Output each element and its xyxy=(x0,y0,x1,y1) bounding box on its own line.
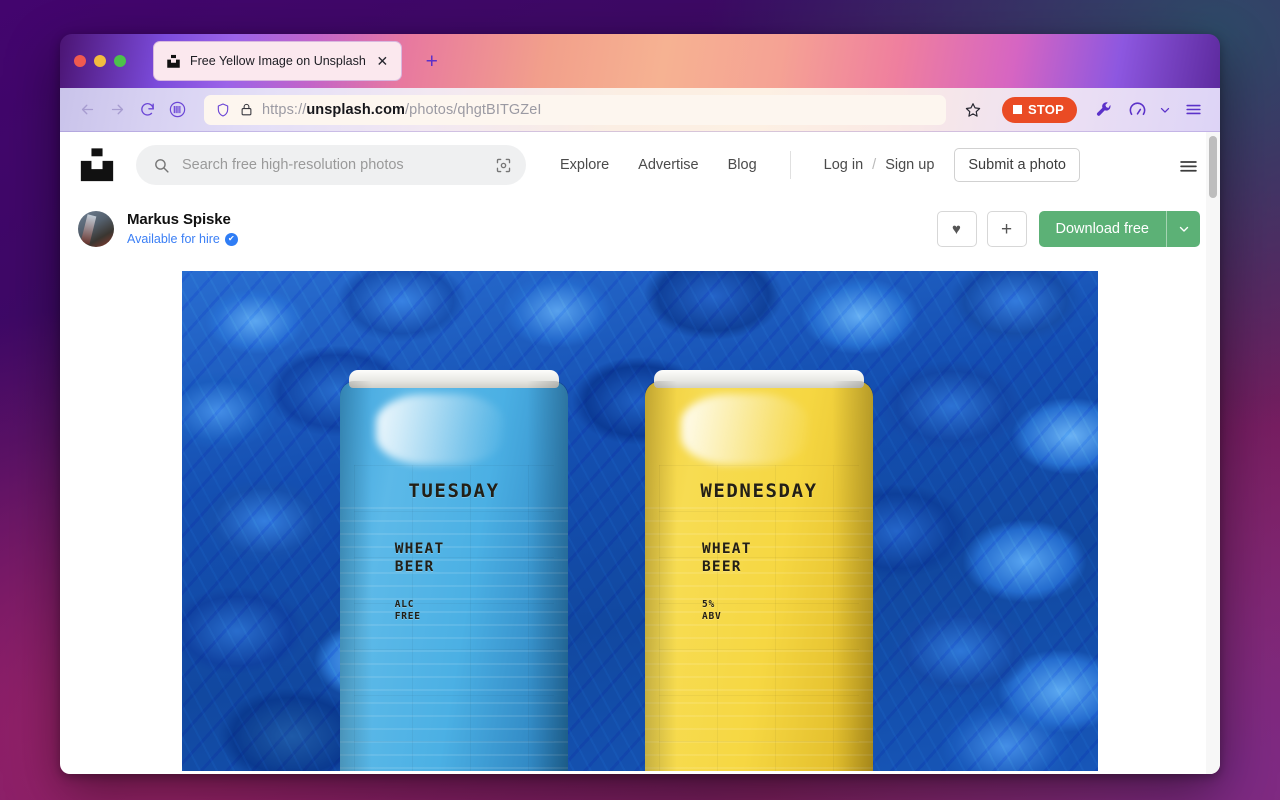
new-tab-button[interactable]: + xyxy=(419,48,445,74)
photo-author-bar: Markus Spiske Available for hire ✔ ♥ + D… xyxy=(60,198,1220,260)
submit-photo-button[interactable]: Submit a photo xyxy=(954,148,1080,182)
heart-icon: ♥ xyxy=(952,220,961,238)
url-bar[interactable]: https://unsplash.com/photos/qhgtBITGZeI xyxy=(204,94,947,125)
wrench-icon[interactable] xyxy=(1089,95,1119,125)
blue-can-type-label: WHEAT BEER xyxy=(340,540,568,577)
window-controls xyxy=(60,55,126,67)
padlock-icon[interactable] xyxy=(239,102,254,117)
chevron-down-icon[interactable] xyxy=(1155,95,1175,125)
library-icon[interactable] xyxy=(162,95,192,125)
browser-tab[interactable]: Free Yellow Image on Unsplash ✕ xyxy=(153,41,402,81)
page-viewport: Search free high-resolution photos Explo… xyxy=(60,132,1220,774)
close-window-button[interactable] xyxy=(74,55,86,67)
nav-divider xyxy=(789,151,791,179)
photo-actions: ♥ + Download free xyxy=(936,211,1200,247)
back-arrow-icon[interactable] xyxy=(72,95,102,125)
avatar[interactable] xyxy=(78,211,114,247)
download-free-button[interactable]: Download free xyxy=(1038,211,1166,247)
search-input[interactable]: Search free high-resolution photos xyxy=(182,157,483,173)
author-hire-row: Available for hire ✔ xyxy=(127,232,238,248)
blue-can-type-line1: WHEAT xyxy=(394,540,445,557)
plus-icon: + xyxy=(1000,218,1013,240)
stop-label: STOP xyxy=(1028,102,1064,117)
stop-square-icon xyxy=(1013,105,1023,114)
yellow-can-abv-line1: 5% xyxy=(702,599,716,611)
download-group: Download free xyxy=(1038,211,1200,247)
nav-link-explore[interactable]: Explore xyxy=(560,157,609,173)
browser-toolbar: https://unsplash.com/photos/qhgtBITGZeI … xyxy=(60,88,1220,132)
yellow-can-type-label: WHEAT BEER xyxy=(645,540,873,577)
download-options-chevron-down-icon[interactable] xyxy=(1166,211,1200,247)
visual-search-icon[interactable] xyxy=(495,157,512,174)
site-menu-icon[interactable] xyxy=(1174,151,1202,179)
browser-tools xyxy=(1089,95,1208,125)
scrollbar-thumb[interactable] xyxy=(1209,136,1217,198)
gauge-icon[interactable] xyxy=(1122,95,1152,125)
login-link[interactable]: Log in xyxy=(824,157,864,173)
nav-link-advertise[interactable]: Advertise xyxy=(638,157,698,173)
unsplash-logo[interactable] xyxy=(78,146,116,184)
maximize-window-button[interactable] xyxy=(114,55,126,67)
search-icon xyxy=(153,157,170,174)
yellow-can-abv-line2: ABV xyxy=(702,611,722,623)
yellow-can-day-label: WEDNESDAY xyxy=(700,479,818,502)
yellow-can-type-line1: WHEAT xyxy=(702,540,752,557)
author-name[interactable]: Markus Spiske xyxy=(127,211,238,230)
can-highlight xyxy=(681,393,810,465)
star-icon[interactable] xyxy=(958,95,988,125)
author-meta: Markus Spiske Available for hire ✔ xyxy=(127,211,238,247)
shield-icon[interactable] xyxy=(215,102,231,118)
verified-badge-icon: ✔ xyxy=(224,232,238,246)
stop-recording-button[interactable]: STOP xyxy=(1002,96,1077,123)
site-nav: Explore Advertise Blog xyxy=(560,157,757,173)
url-text: https://unsplash.com/photos/qhgtBITGZeI xyxy=(262,101,542,118)
blue-can-type-line2: BEER xyxy=(394,559,435,576)
blue-can-day-label: TUESDAY xyxy=(408,479,500,502)
unsplash-favicon-icon xyxy=(166,54,181,69)
auth-links: Log in / Sign up xyxy=(824,157,935,173)
reload-icon[interactable] xyxy=(132,95,162,125)
photo-image[interactable]: TUESDAY WHEAT BEER ALC FREE WEDNESDAY WH… xyxy=(182,271,1098,771)
blue-can-abv-label: ALC FREE xyxy=(340,599,568,623)
tab-strip: Free Yellow Image on Unsplash ✕ + xyxy=(60,34,1220,88)
add-to-collection-button[interactable]: + xyxy=(986,211,1027,247)
tab-title: Free Yellow Image on Unsplash xyxy=(190,54,366,68)
nav-link-blog[interactable]: Blog xyxy=(728,157,757,173)
blue-can-abv-line1: ALC xyxy=(394,599,415,611)
hydrangea-petal-background xyxy=(182,271,1098,771)
auth-separator: / xyxy=(872,157,877,173)
minimize-window-button[interactable] xyxy=(94,55,106,67)
yellow-can-abv-label: 5% ABV xyxy=(645,599,873,623)
forward-arrow-icon[interactable] xyxy=(102,95,132,125)
can-highlight xyxy=(376,393,505,465)
yellow-can-type-line2: BEER xyxy=(702,559,742,576)
yellow-can: WEDNESDAY WHEAT BEER 5% ABV xyxy=(645,370,873,771)
signup-link[interactable]: Sign up xyxy=(885,157,934,173)
close-icon[interactable]: ✕ xyxy=(375,54,390,69)
page-scrollbar[interactable] xyxy=(1206,132,1220,774)
blue-can-abv-line2: FREE xyxy=(394,611,421,623)
site-header: Search free high-resolution photos Explo… xyxy=(60,132,1220,198)
like-button[interactable]: ♥ xyxy=(936,211,977,247)
blue-can: TUESDAY WHEAT BEER ALC FREE xyxy=(340,370,568,771)
browser-window: Free Yellow Image on Unsplash ✕ + https:… xyxy=(60,34,1220,774)
search-bar[interactable]: Search free high-resolution photos xyxy=(136,145,526,185)
available-for-hire-link[interactable]: Available for hire xyxy=(127,232,220,248)
hamburger-menu-icon[interactable] xyxy=(1178,95,1208,125)
desktop-background: Free Yellow Image on Unsplash ✕ + https:… xyxy=(0,0,1280,800)
